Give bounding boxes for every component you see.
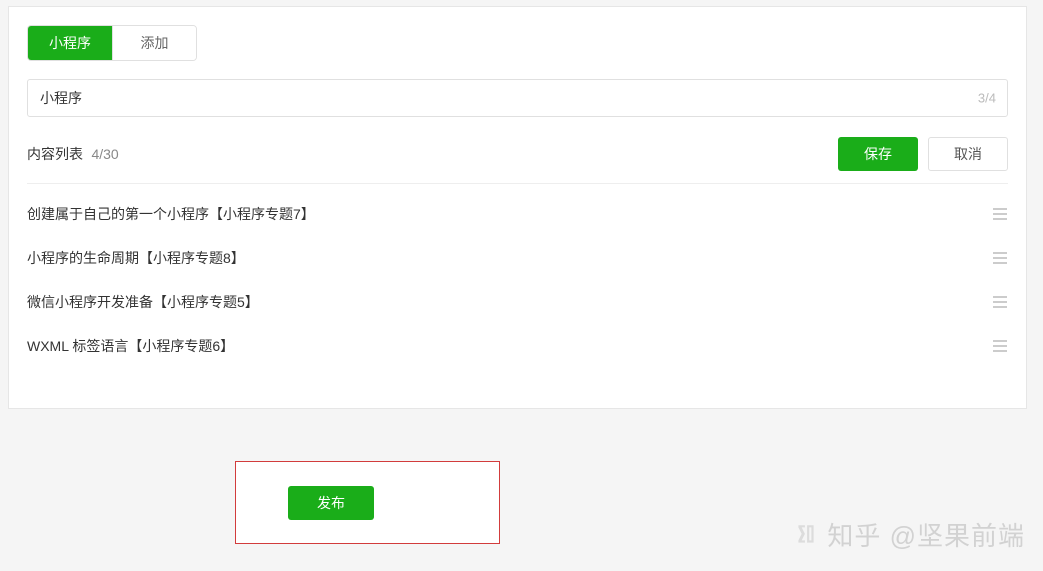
drag-handle-icon[interactable] — [992, 340, 1008, 352]
save-label: 保存 — [864, 144, 892, 164]
list-item[interactable]: 小程序的生命周期【小程序专题8】 — [27, 236, 1008, 280]
tab-add[interactable]: 添加 — [112, 26, 196, 60]
save-button[interactable]: 保存 — [838, 137, 918, 171]
tab-miniprogram[interactable]: 小程序 — [28, 26, 112, 60]
name-input[interactable] — [27, 79, 1008, 117]
content-list: 创建属于自己的第一个小程序【小程序专题7】 小程序的生命周期【小程序专题8】 微… — [27, 192, 1008, 368]
name-input-row: 3/4 — [27, 79, 1008, 117]
list-actions: 保存 取消 — [838, 137, 1008, 171]
main-panel: 小程序 添加 3/4 内容列表 4/30 保存 取消 创建属于自己的第一个小程序… — [8, 6, 1027, 409]
list-count: 4/30 — [91, 146, 118, 162]
list-item-label: 创建属于自己的第一个小程序【小程序专题7】 — [27, 204, 315, 224]
tab-group: 小程序 添加 — [27, 25, 197, 61]
char-counter: 3/4 — [978, 91, 996, 106]
list-item-label: 小程序的生命周期【小程序专题8】 — [27, 248, 245, 268]
drag-handle-icon[interactable] — [992, 252, 1008, 264]
list-item-label: 微信小程序开发准备【小程序专题5】 — [27, 292, 259, 312]
list-item[interactable]: 创建属于自己的第一个小程序【小程序专题7】 — [27, 192, 1008, 236]
publish-highlight-box: 发布 — [235, 461, 500, 544]
zhihu-logo-icon — [793, 522, 819, 548]
list-item[interactable]: 微信小程序开发准备【小程序专题5】 — [27, 280, 1008, 324]
list-item-label: WXML 标签语言【小程序专题6】 — [27, 336, 234, 356]
tab-label: 添加 — [141, 33, 169, 53]
cancel-label: 取消 — [954, 144, 982, 164]
publish-button[interactable]: 发布 — [288, 486, 374, 520]
watermark-text: 知乎 @坚果前端 — [827, 516, 1025, 553]
list-header: 内容列表 4/30 保存 取消 — [27, 137, 1008, 171]
drag-handle-icon[interactable] — [992, 208, 1008, 220]
drag-handle-icon[interactable] — [992, 296, 1008, 308]
divider — [27, 183, 1008, 184]
cancel-button[interactable]: 取消 — [928, 137, 1008, 171]
tab-label: 小程序 — [49, 33, 91, 53]
publish-label: 发布 — [317, 493, 345, 513]
list-title-wrap: 内容列表 4/30 — [27, 144, 119, 164]
watermark: 知乎 @坚果前端 — [793, 516, 1025, 553]
list-title: 内容列表 — [27, 146, 83, 162]
list-item[interactable]: WXML 标签语言【小程序专题6】 — [27, 324, 1008, 368]
